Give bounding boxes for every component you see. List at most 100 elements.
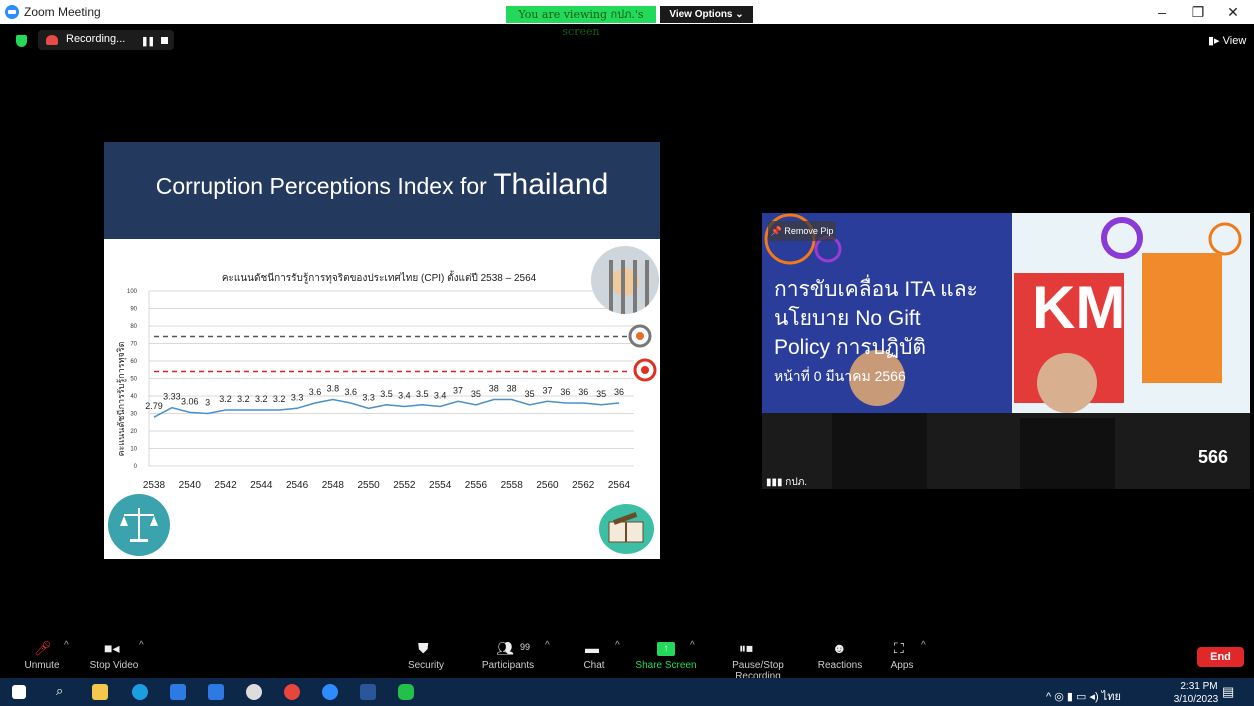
chart-value-label: 38 <box>489 384 499 394</box>
chart-xtick-label: 2562 <box>572 480 595 491</box>
slide-title-prefix: Corruption Perceptions Index for <box>155 173 494 199</box>
recording-label: Recording... <box>66 33 126 45</box>
security-shield-icon[interactable]: ⛊ <box>418 640 429 657</box>
slide-header: Corruption Perceptions Index for Thailan… <box>104 142 660 239</box>
chart-ytick-label: 20 <box>130 429 137 435</box>
store-icon[interactable] <box>170 684 186 700</box>
chart-ytick-label: 50 <box>130 377 137 383</box>
overlay-line-1: การขับเคลื่อน ITA และ <box>774 278 978 301</box>
chart-value-label: 38 <box>507 384 517 394</box>
search-icon[interactable]: ⌕ <box>56 683 63 699</box>
chart-value-label: 3.2 <box>255 394 268 404</box>
scales-of-justice-icon <box>108 494 170 556</box>
chart-ytick-label: 30 <box>130 412 137 418</box>
mail-icon[interactable] <box>208 684 224 700</box>
file-explorer-icon[interactable] <box>92 684 108 700</box>
chart-ytick-label: 40 <box>130 394 137 400</box>
clock-time[interactable]: 2:31 PM <box>1169 681 1229 692</box>
chart-xtick-label: 2548 <box>322 480 345 491</box>
chart-value-label: 3 <box>205 398 210 408</box>
chat-caret[interactable]: ^ <box>615 640 620 651</box>
view-button[interactable]: ▮▸ View <box>1208 34 1246 47</box>
word-icon[interactable] <box>360 684 376 700</box>
line-app-icon[interactable] <box>398 684 414 700</box>
unmute-button[interactable]: Unmute <box>18 660 66 671</box>
chart-xtick-labels: 2538 2540 2542 2544 2546 2548 2550 2552 2554 2556… <box>143 480 631 491</box>
participants-caret[interactable]: ^ <box>545 640 550 651</box>
participants-button[interactable]: Participants <box>478 660 538 671</box>
chart-value-label: 3.06 <box>181 396 199 406</box>
overlay-line-3: Policy การปฏิบัติ <box>774 336 927 359</box>
chart-value-label: 3.5 <box>416 389 429 399</box>
apps-icon[interactable]: ⛶ <box>894 640 904 657</box>
chart-ytick-label: 10 <box>130 447 137 453</box>
share-screen-button[interactable]: Share Screen <box>634 660 698 671</box>
chart-value-label: 3.4 <box>398 391 411 401</box>
muted-microphone-icon[interactable]: 🎤︎ <box>34 640 52 657</box>
chart-xtick-label: 2544 <box>250 480 273 491</box>
chart-value-label: 37 <box>542 385 552 395</box>
chart-xtick-label: 2552 <box>393 480 416 491</box>
view-options-button[interactable]: View Options ⌄ <box>660 6 753 23</box>
reactions-button[interactable]: Reactions <box>816 660 864 671</box>
signal-bars-icon: ▮▮▮ <box>766 477 786 488</box>
km-day-text: KM <box>1032 274 1126 341</box>
close-button[interactable]: ✕ <box>1223 3 1243 21</box>
chat-button[interactable]: Chat <box>578 660 610 671</box>
video-options-caret[interactable]: ^ <box>139 640 144 651</box>
chart-xtick-label: 2558 <box>501 480 524 491</box>
windows-start-icon[interactable] <box>12 685 26 699</box>
chart-ytick-label: 90 <box>130 307 137 313</box>
pause-recording-icon[interactable]: ❚❚ <box>141 36 155 47</box>
video-camera-icon[interactable]: ■◂ <box>104 640 119 657</box>
security-button[interactable]: Security <box>401 660 451 671</box>
edge-browser-icon[interactable] <box>132 684 148 700</box>
chart-value-label: 3.33 <box>163 392 181 402</box>
zoom-taskbar-icon[interactable] <box>322 684 338 700</box>
chart-value-label: 3.6 <box>344 387 357 397</box>
chart-value-label: 35 <box>596 389 606 399</box>
chart-ytick-label: 100 <box>127 289 138 295</box>
clock-date[interactable]: 3/10/2023 <box>1166 694 1226 705</box>
settings-gear-icon[interactable] <box>246 684 262 700</box>
notifications-icon[interactable]: ▤ <box>1222 684 1234 700</box>
chart-xtick-label: 2556 <box>465 480 488 491</box>
apps-caret[interactable]: ^ <box>921 640 926 651</box>
chart-value-label: 36 <box>614 387 624 397</box>
zoom-logo-icon <box>5 5 19 19</box>
remove-pip-button[interactable]: 📌 Remove Pip <box>768 221 836 241</box>
encryption-shield-icon[interactable] <box>16 35 27 47</box>
chrome-icon[interactable] <box>284 684 300 700</box>
apps-button[interactable]: Apps <box>886 660 918 671</box>
participant-video-tile[interactable]: 📌 Remove Pip การขับเคลื่อน ITA และ นโยบา… <box>762 213 1250 489</box>
pause-stop-recording-icon[interactable]: ⏸⏹ <box>739 640 753 657</box>
stop-recording-icon[interactable] <box>161 37 168 44</box>
book-gavel-icon <box>599 504 654 554</box>
chart-ytick-label: 60 <box>130 359 137 365</box>
chart-xtick-label: 2554 <box>429 480 452 491</box>
minimize-button[interactable]: – <box>1152 3 1172 21</box>
audio-options-caret[interactable]: ^ <box>64 640 69 651</box>
chart-value-label: 36 <box>578 387 588 397</box>
chat-bubble-icon[interactable]: ▬ <box>585 640 599 656</box>
end-meeting-button[interactable]: End <box>1197 647 1244 667</box>
participants-icon[interactable]: 👥︎ <box>496 640 514 657</box>
input-language[interactable]: ไทย <box>1102 691 1121 703</box>
chart-ytick-label: 0 <box>134 464 138 470</box>
chart-value-labels: 2.793.33 3.06 3 3.2 3.2 3.2 3.2 3.3 3.6 3.8 3.6 3.3… <box>145 384 624 412</box>
restore-button[interactable]: ❐ <box>1188 3 1208 21</box>
system-tray[interactable]: ^ ◎ ▮ ▭ ◂) ไทย <box>1046 687 1121 705</box>
share-screen-icon[interactable]: ↑ <box>657 642 675 656</box>
target-icon-red <box>633 358 657 382</box>
reactions-smiley-icon[interactable]: ☻ <box>832 640 847 656</box>
chart-xtick-label: 2538 <box>143 480 166 491</box>
chart-value-label: 36 <box>560 387 570 397</box>
share-screen-caret[interactable]: ^ <box>690 640 695 651</box>
stop-video-button[interactable]: Stop Video <box>86 660 142 671</box>
chart-value-label: 3.2 <box>237 394 250 404</box>
video-overlay-text: การขับเคลื่อน ITA และ นโยบาย No Gift Pol… <box>774 275 978 391</box>
chart-value-label: 3.4 <box>434 391 447 401</box>
slide-title: Corruption Perceptions Index for Thailan… <box>104 168 660 202</box>
chart-value-label: 3.8 <box>327 384 340 394</box>
chart-xtick-label: 2542 <box>214 480 237 491</box>
